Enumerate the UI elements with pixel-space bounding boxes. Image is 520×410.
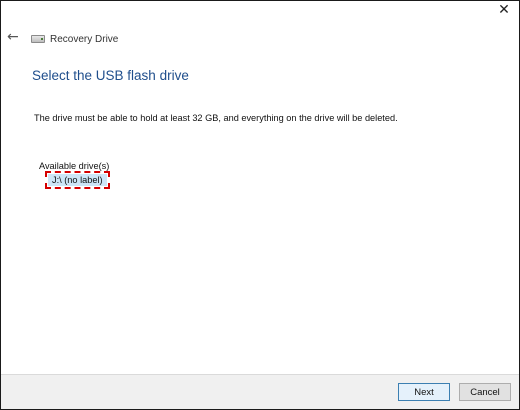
close-icon[interactable]: ✕ <box>493 1 515 21</box>
next-button[interactable]: Next <box>398 383 450 401</box>
cancel-button[interactable]: Cancel <box>459 383 511 401</box>
footer-bar: Next Cancel <box>1 374 519 409</box>
back-arrow-icon[interactable]: ← <box>7 30 21 44</box>
description-text: The drive must be able to hold at least … <box>34 113 398 123</box>
recovery-drive-window: ✕ ← Recovery Drive Select the USB flash … <box>0 0 520 410</box>
available-drives-label: Available drive(s) <box>39 161 110 171</box>
drive-list-item[interactable]: J:\ (no label) <box>45 171 110 189</box>
window-title: Recovery Drive <box>50 33 119 45</box>
drive-icon <box>31 35 45 43</box>
page-heading: Select the USB flash drive <box>32 68 189 83</box>
window-title-bar: Recovery Drive <box>31 32 118 46</box>
